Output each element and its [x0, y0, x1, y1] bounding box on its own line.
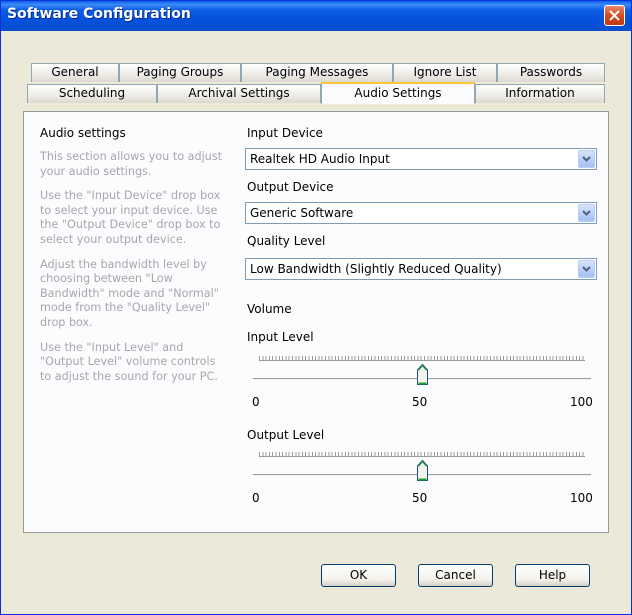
help-paragraph: Adjust the bandwidth level by choosing b… — [40, 257, 219, 329]
output-device-value: Generic Software — [250, 206, 354, 220]
output-level-slider[interactable] — [253, 452, 591, 488]
help-paragraph: Use the "Input Level" and "Output Level"… — [40, 340, 218, 383]
input-device-value: Realtek HD Audio Input — [250, 152, 390, 166]
tab-label: Paging Messages — [265, 65, 369, 79]
dialog-window: Software Configuration General Paging Gr… — [0, 0, 632, 615]
tab-archival-settings[interactable]: Archival Settings — [157, 84, 321, 103]
input-device-select[interactable]: Realtek HD Audio Input — [245, 148, 597, 170]
slider-thumb[interactable] — [417, 459, 428, 481]
quality-level-value: Low Bandwidth (Slightly Reduced Quality) — [250, 262, 502, 276]
quality-level-label: Quality Level — [247, 234, 326, 248]
tab-label: Ignore List — [413, 65, 477, 79]
tab-row-bottom: Scheduling Archival Settings Audio Setti… — [23, 82, 609, 104]
tab-label: Scheduling — [58, 86, 126, 100]
help-heading: Audio settings — [40, 126, 126, 140]
input-level-min: 0 — [252, 395, 260, 409]
slider-ticks — [259, 356, 585, 361]
tab-information[interactable]: Information — [475, 84, 605, 103]
tab-scheduling[interactable]: Scheduling — [27, 84, 157, 103]
help-text-column: Audio settings This section allows you t… — [40, 126, 238, 394]
tab-paging-groups[interactable]: Paging Groups — [119, 63, 241, 82]
help-button[interactable]: Help — [515, 564, 590, 587]
output-device-select[interactable]: Generic Software — [245, 202, 597, 224]
slider-thumb-icon — [417, 363, 428, 385]
output-level-max: 100 — [570, 491, 593, 505]
input-level-mid: 50 — [412, 395, 428, 409]
title-bar[interactable]: Software Configuration — [1, 1, 631, 31]
chevron-down-icon — [582, 266, 591, 272]
tab-label: Information — [505, 86, 575, 100]
output-level-mid: 50 — [412, 491, 428, 505]
window-title: Software Configuration — [7, 6, 191, 22]
output-device-label: Output Device — [247, 180, 334, 194]
tab-paging-messages[interactable]: Paging Messages — [241, 63, 393, 82]
input-device-label: Input Device — [247, 126, 323, 140]
help-paragraph: This section allows you to adjust your a… — [40, 150, 222, 178]
tab-label: Passwords — [519, 65, 583, 79]
volume-label: Volume — [247, 302, 292, 316]
audio-settings-panel: Audio settings This section allows you t… — [23, 111, 609, 533]
tab-label: Audio Settings — [354, 86, 442, 100]
output-level-label: Output Level — [247, 428, 325, 442]
close-button[interactable] — [604, 5, 625, 26]
tab-row-top: General Paging Groups Paging Messages Ig… — [23, 63, 609, 82]
chevron-down-icon — [582, 156, 591, 162]
slider-thumb-icon — [417, 459, 428, 481]
help-paragraph: Use the "Input Device" drop box to selec… — [40, 189, 221, 246]
input-level-label: Input Level — [247, 330, 314, 344]
dropdown-button[interactable] — [578, 260, 595, 278]
quality-level-select[interactable]: Low Bandwidth (Slightly Reduced Quality) — [245, 258, 597, 280]
input-level-max: 100 — [570, 395, 593, 409]
chevron-down-icon — [582, 210, 591, 216]
output-level-min: 0 — [252, 491, 260, 505]
input-level-slider[interactable] — [253, 356, 591, 392]
cancel-button[interactable]: Cancel — [418, 564, 493, 587]
tab-label: General — [51, 65, 99, 79]
close-icon — [609, 10, 620, 21]
tab-ignore-list[interactable]: Ignore List — [393, 63, 497, 82]
dropdown-button[interactable] — [578, 204, 595, 222]
tab-label: Paging Groups — [136, 65, 224, 79]
tab-audio-settings[interactable]: Audio Settings — [321, 82, 475, 104]
tab-passwords[interactable]: Passwords — [497, 63, 605, 82]
tab-label: Archival Settings — [188, 86, 290, 100]
slider-thumb[interactable] — [417, 363, 428, 385]
ok-button[interactable]: OK — [321, 564, 396, 587]
slider-ticks — [259, 452, 585, 457]
tab-general[interactable]: General — [31, 63, 119, 82]
dropdown-button[interactable] — [578, 150, 595, 168]
